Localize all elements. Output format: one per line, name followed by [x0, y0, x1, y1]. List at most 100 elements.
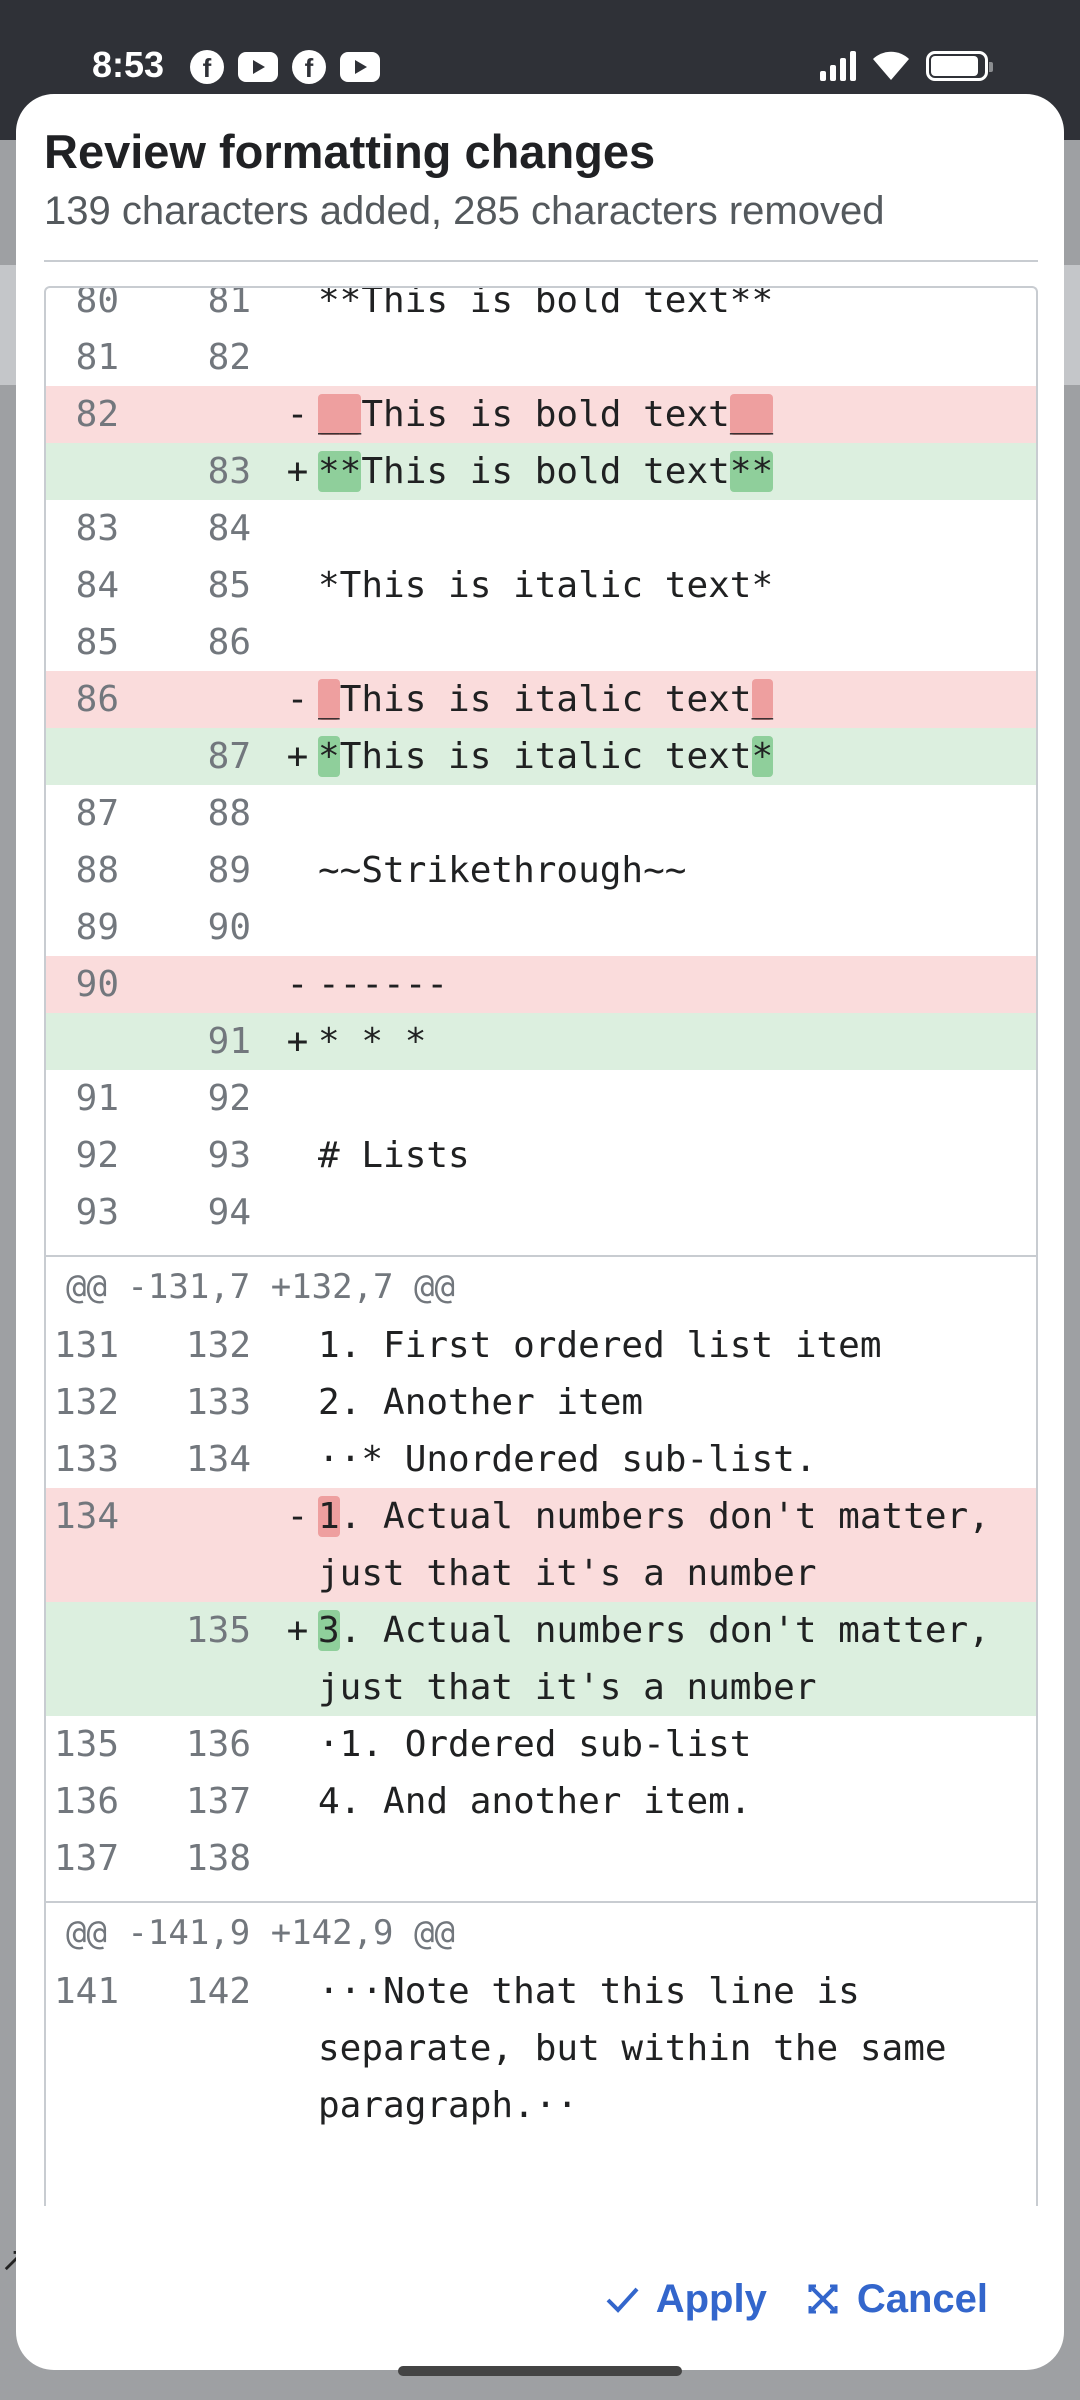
new-line-number: 133 — [185, 1382, 251, 1423]
line-text: *This is italic text* — [314, 728, 1036, 785]
line-text — [314, 1070, 1036, 1127]
diff-line-context: 136 137 4. And another item. — [46, 1773, 1036, 1830]
diff-line-removed: 134 -1. Actual numbers don't matter, just… — [46, 1488, 1036, 1602]
diff-line-context: 85 86 — [46, 614, 1036, 671]
line-text: 1. Actual numbers don't matter, just tha… — [314, 1488, 1036, 1602]
line-text: ···Note that this line is separate, but … — [314, 1963, 1036, 2134]
changed-segment: * — [318, 736, 340, 777]
diff-marker — [281, 288, 314, 329]
line-segment: . Actual numbers don't matter, just that… — [318, 1496, 1012, 1594]
new-line-number: 90 — [207, 907, 251, 948]
diff-line-context: 135 136 ·1. Ordered sub-list — [46, 1716, 1036, 1773]
diff-line-context: 133 134 ··* Unordered sub-list. — [46, 1431, 1036, 1488]
diff-line-removed: 86- _This is italic text_ — [46, 671, 1036, 728]
new-line-number — [149, 386, 281, 443]
review-dialog: Review formatting changes 139 characters… — [16, 94, 1064, 2370]
diff-line-context: 141 142 ···Note that this line is separate… — [46, 1963, 1036, 2134]
diff-marker — [281, 1374, 314, 1431]
diff-marker — [281, 1830, 314, 1887]
diff-line-context: 88 89 ~~Strikethrough~~ — [46, 842, 1036, 899]
old-line-number: 81 — [75, 337, 119, 378]
diff-marker — [281, 1716, 314, 1773]
line-segment: *This is italic text* — [318, 565, 774, 606]
line-text: 2. Another item — [314, 1374, 1036, 1431]
new-line-number: 142 — [185, 1971, 251, 2012]
diff-marker — [281, 1963, 314, 2134]
old-line-number: 84 — [75, 565, 119, 606]
diff-view[interactable]: 80 81 **This is bold text** 81 82 82- __This i… — [44, 286, 1038, 2206]
line-segment: ··* Unordered sub-list. — [318, 1439, 817, 1480]
line-segment: 4. And another item. — [318, 1781, 752, 1822]
changed-segment: _ — [751, 679, 774, 720]
diff-marker: + — [286, 1021, 309, 1062]
diff-marker — [281, 785, 314, 842]
old-line-number: 134 — [53, 1496, 119, 1537]
diff-marker: - — [286, 1496, 309, 1537]
line-segment: # Lists — [318, 1135, 470, 1176]
diff-line-removed: 90 - ------ — [46, 956, 1036, 1013]
wifi-icon — [873, 51, 909, 80]
line-text: 1. First ordered list item — [314, 1317, 1036, 1374]
diff-line-context: 131 132 1. First ordered list item — [46, 1317, 1036, 1374]
new-line-number: 94 — [207, 1192, 251, 1233]
diff-line-context: 81 82 — [46, 329, 1036, 386]
new-line-number: 134 — [185, 1439, 251, 1480]
line-text: 3. Actual numbers don't matter, just tha… — [314, 1602, 1036, 1716]
old-line-number: 90 — [75, 964, 119, 1005]
hunk-header: @@ -141,9 +142,9 @@ — [46, 1901, 1036, 1963]
diff-marker — [281, 899, 314, 956]
system-icons — [820, 50, 993, 82]
old-line-number: 85 — [75, 622, 119, 663]
new-line-number: 92 — [207, 1078, 251, 1119]
changed-segment: * — [751, 736, 774, 777]
diff-line-context: 132 133 2. Another item — [46, 1374, 1036, 1431]
cancel-label: Cancel — [856, 2276, 988, 2321]
changed-segment: 1 — [318, 1496, 340, 1537]
old-line-number: 88 — [75, 850, 119, 891]
changed-segment: __ — [729, 394, 774, 435]
old-line-number: 91 — [75, 1078, 119, 1119]
new-line-number: 89 — [207, 850, 251, 891]
line-text: **This is bold text** — [314, 286, 1036, 329]
line-text: ··* Unordered sub-list. — [314, 1431, 1036, 1488]
new-line-number: 83 — [207, 451, 251, 492]
line-segment: This is bold text — [361, 451, 730, 492]
new-line-number: 135 — [185, 1610, 251, 1651]
diff-block: 80 81 **This is bold text** 81 82 82- __This i… — [46, 286, 1036, 1241]
diff-marker — [281, 1070, 314, 1127]
diff-marker — [281, 1773, 314, 1830]
line-text: __This is bold text__ — [314, 386, 1036, 443]
signal-icon — [820, 51, 856, 81]
new-line-number: 85 — [207, 565, 251, 606]
old-line-number: 141 — [53, 1971, 119, 2012]
diff-line-context: 87 88 — [46, 785, 1036, 842]
old-line-number — [46, 1602, 149, 1716]
diff-block: 131 132 1. First ordered list item 132 133 2.… — [46, 1317, 1036, 1887]
new-line-number: 86 — [207, 622, 251, 663]
diff-line-added: 83 + **This is bold text** — [46, 443, 1036, 500]
diff-marker — [281, 842, 314, 899]
diff-line-context: 83 84 — [46, 500, 1036, 557]
cancel-button[interactable]: Cancel — [803, 2277, 988, 2322]
home-indicator[interactable] — [398, 2366, 682, 2376]
line-text — [314, 899, 1036, 956]
youtube-icon — [238, 52, 278, 82]
diff-line-context: 137 138 — [46, 1830, 1036, 1887]
line-segment: 1. First ordered list item — [318, 1325, 882, 1366]
apply-button[interactable]: Apply — [602, 2277, 767, 2322]
line-segment: This is italic text — [339, 736, 752, 777]
old-line-number: 136 — [53, 1781, 119, 1822]
changed-segment: ** — [318, 451, 362, 492]
line-text: *This is italic text* — [314, 557, 1036, 614]
diff-marker — [281, 500, 314, 557]
old-line-number: 89 — [75, 907, 119, 948]
dialog-title: Review formatting changes — [44, 125, 656, 178]
diff-marker: + — [286, 451, 309, 492]
line-segment: **This is bold text** — [318, 286, 774, 321]
line-text: _This is italic text_ — [314, 671, 1036, 728]
new-line-number: 82 — [207, 337, 251, 378]
changed-segment: _ — [318, 679, 340, 720]
changed-segment: __ — [318, 394, 362, 435]
diff-marker: + — [286, 1610, 309, 1651]
old-line-number — [46, 728, 149, 785]
